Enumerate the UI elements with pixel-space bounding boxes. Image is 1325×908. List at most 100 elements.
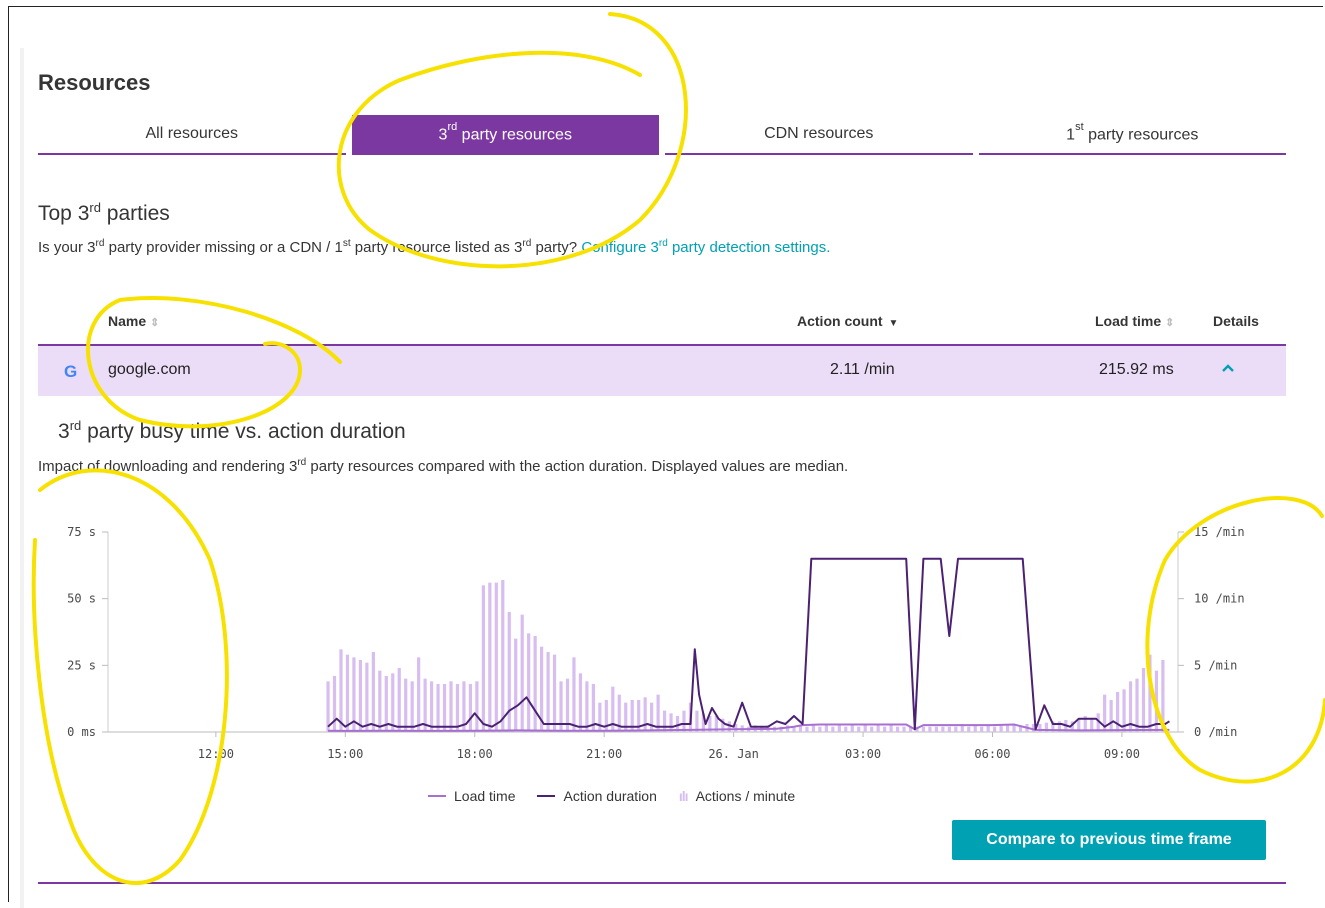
actions-bar [475,681,479,732]
actions-bar [650,702,654,732]
actions-bar [805,726,809,732]
section-divider [38,882,1286,884]
actions-bar [546,652,550,732]
actions-bar [863,725,867,732]
actions-bar [468,684,473,732]
chart-lines [327,557,1170,732]
actions-bar [481,585,485,732]
actions-bar [1148,654,1152,732]
chart-legend: Load time Action duration ılı Actions / m… [428,788,795,804]
actions-bar [520,614,524,732]
actions-bar [1161,660,1165,732]
legend-swatch [537,795,556,797]
actions-bar [811,725,816,732]
actions-bar [889,725,893,732]
actions-bar [831,726,835,732]
actions-bar [1018,726,1023,732]
y-right-tick-label: 15 /min [1194,525,1245,539]
actions-bar [404,678,408,732]
actions-bar [967,726,971,732]
actions-bar [934,726,938,732]
actions-bar [857,726,861,732]
x-tick-label: 03:00 [845,747,881,761]
actions-bar [895,726,900,732]
actions-bar [1109,700,1113,732]
actions-bar [980,726,984,732]
y-left-tick-label: 25 s [67,658,96,672]
actions-bar [494,582,498,732]
y-left-tick-label: 50 s [67,592,96,606]
actions-bar [578,673,583,732]
actions-bar [662,710,667,732]
actions-bar [837,725,841,732]
actions-bar [1135,678,1139,732]
actions-bar [844,726,848,732]
actions-bar [928,726,932,732]
actions-bar [785,725,790,732]
actions-bar [643,697,647,732]
compare-button[interactable]: Compare to previous time frame [952,820,1266,860]
actions-bar [598,702,602,732]
legend-load-time[interactable]: Load time [428,788,515,804]
actions-bar [993,726,997,732]
actions-bar [585,681,589,732]
actions-bar [365,662,369,732]
actions-bar [527,633,531,732]
legend-swatch [428,795,446,797]
actions-bar [514,638,518,732]
bar-chart-icon: ılı [678,788,689,804]
actions-bar [986,725,990,732]
actions-bar [417,657,421,732]
actions-bar [507,612,511,732]
actions-bar [358,660,362,732]
y-right-tick-label: 0 /min [1194,725,1237,739]
actions-bar [345,654,350,732]
actions-bar [455,684,460,732]
x-tick-label: 09:00 [1104,747,1140,761]
actions-bar [818,726,822,732]
actions-bar [850,725,854,732]
actions-bar [449,681,453,732]
actions-bar [397,668,401,732]
actions-bar [332,676,337,732]
actions-bar [552,654,557,732]
actions-bar [1141,668,1146,732]
y-right-tick-label: 5 /min [1194,658,1237,672]
actions-bar [378,670,382,732]
x-tick-label: 18:00 [457,747,493,761]
y-left-tick-label: 0 ms [67,725,96,739]
actions-bar [488,582,492,732]
actions-bar [1115,692,1120,732]
actions-bar [870,726,874,732]
legend-actions-per-minute[interactable]: ılı Actions / minute [679,788,795,804]
actions-bar [824,725,828,732]
actions-bar [371,652,375,732]
x-tick-label: 06:00 [974,747,1010,761]
actions-bar [682,710,686,732]
actions-bar [436,684,440,732]
x-tick-label: 21:00 [586,747,622,761]
actions-bar [876,725,880,732]
x-tick-label: 26. Jan [708,747,759,761]
x-tick-label: 12:00 [198,747,234,761]
actions-bar [501,580,505,732]
y-right-tick-label: 10 /min [1194,592,1245,606]
actions-bar [999,725,1003,732]
actions-bar [1012,725,1016,732]
actions-bar [442,684,447,732]
y-left-tick-label: 75 s [67,525,96,539]
actions-bar [339,649,343,732]
actions-bar [973,725,977,732]
actions-bar [1154,670,1159,732]
actions-bar [533,636,537,732]
actions-bar [921,726,926,732]
legend-action-duration[interactable]: Action duration [537,788,657,804]
actions-bar [391,673,395,732]
actions-bar [429,681,434,732]
action-duration-line [327,557,1170,731]
actions-bar [883,726,887,732]
chart-grid [102,531,1184,737]
actions-bar [572,657,576,732]
actions-bar [902,726,906,732]
busy-time-chart: 75 s 50 s 25 s 0 ms 15 /min 10 /min 5 /min 0 /m… [67,525,1245,761]
